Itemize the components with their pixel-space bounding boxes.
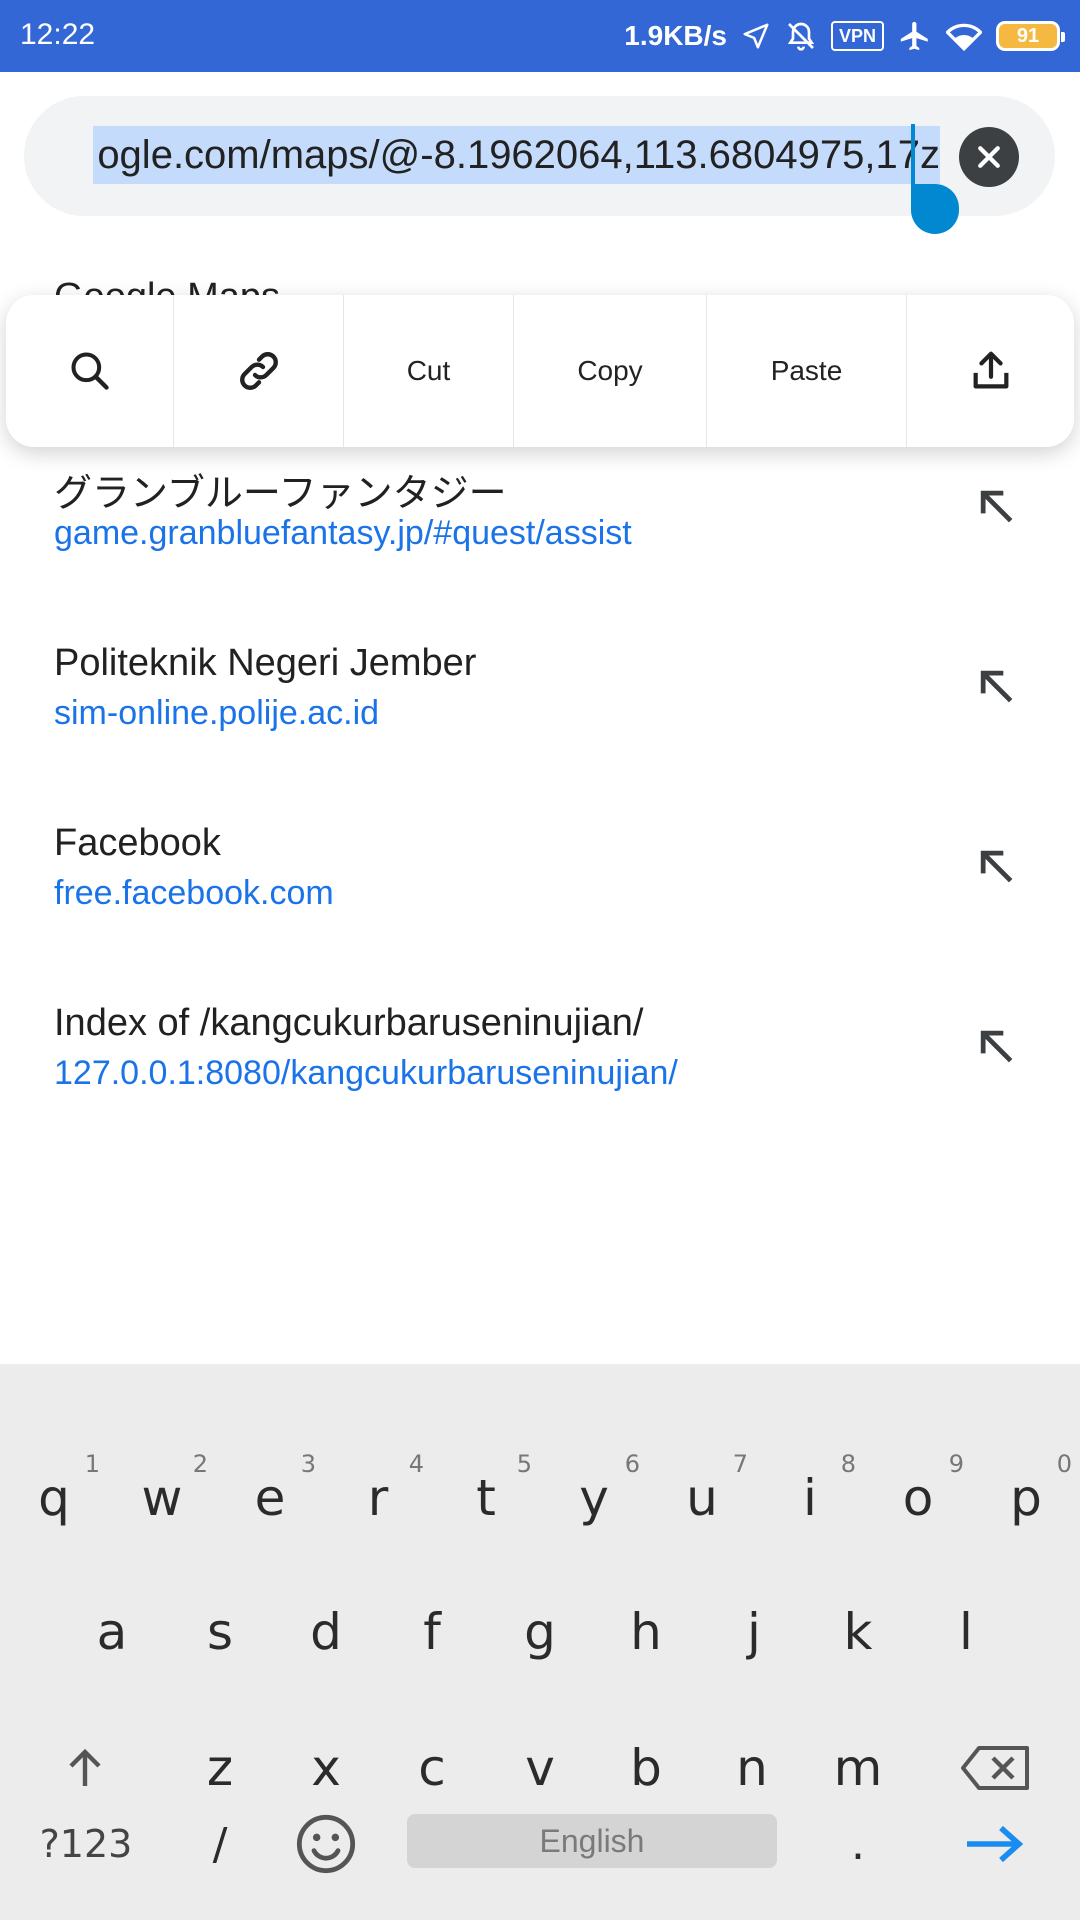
key-p[interactable]: p0: [972, 1438, 1080, 1558]
key-f[interactable]: f: [378, 1572, 486, 1692]
battery-icon: 91: [996, 21, 1065, 51]
key-label: p: [1010, 1469, 1042, 1527]
arrow-right-icon: [967, 1825, 1024, 1863]
suggestion-item[interactable]: Politeknik Negeri Jember sim-online.poli…: [0, 642, 1080, 812]
key-w[interactable]: w2: [108, 1438, 216, 1558]
key-h[interactable]: h: [592, 1572, 700, 1692]
suggestion-title: Index of /kangcukurbaruseninujian/: [54, 1002, 644, 1044]
link-icon: [239, 352, 278, 390]
key-label: q: [38, 1469, 70, 1527]
key-label: y: [579, 1469, 609, 1527]
key-r[interactable]: r4: [324, 1438, 432, 1558]
key-label: o: [902, 1469, 934, 1527]
key-label: u: [686, 1469, 718, 1527]
key-hint: 6: [624, 1450, 640, 1478]
key-hint: 9: [948, 1450, 964, 1478]
go-key[interactable]: [940, 1784, 1050, 1904]
arrow-up-left-icon: [980, 1030, 1013, 1063]
key-u[interactable]: u7: [648, 1438, 756, 1558]
key-hint: 5: [516, 1450, 532, 1478]
cut-button[interactable]: Cut: [344, 295, 514, 447]
key-hint: 3: [300, 1450, 316, 1478]
key-hint: 4: [408, 1450, 424, 1478]
suggestion-url: free.facebook.com: [54, 874, 334, 912]
slash-key[interactable]: /: [166, 1784, 274, 1904]
key-i[interactable]: i8: [756, 1438, 864, 1558]
fill-suggestion-button[interactable]: [966, 476, 1026, 536]
battery-level: 91: [1016, 24, 1040, 47]
spacebar[interactable]: English: [407, 1814, 777, 1868]
suggestion-title: Facebook: [54, 822, 221, 864]
url-text-selected[interactable]: ogle.com/maps/@-8.1962064,113.6804975,17…: [93, 126, 940, 184]
share-icon: [973, 351, 1008, 389]
period-key[interactable]: .: [804, 1784, 912, 1904]
url-bar[interactable]: ogle.com/maps/@-8.1962064,113.6804975,17…: [24, 96, 1055, 216]
keyboard-row-1: q1 w2 e3 r4 t5 y6 u7 i8 o9 p0: [0, 1438, 1080, 1558]
suggestion-item[interactable]: Index of /kangcukurbaruseninujian/ 127.0…: [0, 1002, 1080, 1172]
emoji-key[interactable]: [272, 1784, 380, 1904]
url-input[interactable]: ogle.com/maps/@-8.1962064,113.6804975,17…: [54, 126, 940, 184]
fill-suggestion-button[interactable]: [966, 1016, 1026, 1076]
suggestion-url: sim-online.polije.ac.id: [54, 694, 380, 732]
key-q[interactable]: q1: [0, 1438, 108, 1558]
suggestion-url: game.granbluefantasy.jp/#quest/assist: [54, 514, 632, 552]
key-label: t: [476, 1469, 496, 1527]
selection-handle[interactable]: [911, 184, 959, 234]
search-icon: [70, 352, 109, 390]
selection-cursor: [911, 124, 915, 188]
key-s[interactable]: s: [166, 1572, 274, 1692]
key-o[interactable]: o9: [864, 1438, 972, 1558]
paste-button[interactable]: Paste: [707, 295, 907, 447]
open-link-menu-button[interactable]: [174, 295, 344, 447]
text-selection-menu: Cut Copy Paste: [6, 295, 1074, 447]
key-l[interactable]: l: [912, 1572, 1020, 1692]
emoji-icon: [296, 1814, 356, 1874]
suggestion-title: グランブルーファンタジー: [54, 473, 507, 515]
close-icon: [978, 146, 1000, 168]
location-icon: [741, 21, 771, 51]
status-icons: 1.9KB/s VPN 91: [624, 14, 1065, 58]
key-d[interactable]: d: [272, 1572, 380, 1692]
key-label: i: [803, 1469, 817, 1527]
airplane-icon: [898, 19, 932, 53]
keyboard-row-2: a s d f g h j k l: [0, 1572, 1080, 1692]
key-label: w: [141, 1469, 183, 1527]
network-speed: 1.9KB/s: [624, 20, 727, 51]
copy-button[interactable]: Copy: [514, 295, 707, 447]
arrow-up-left-icon: [980, 670, 1013, 703]
suggestion-url: 127.0.0.1:8080/kangcukurbaruseninujian/: [54, 1054, 678, 1092]
key-j[interactable]: j: [700, 1572, 808, 1692]
fill-suggestion-button[interactable]: [966, 836, 1026, 896]
key-t[interactable]: t5: [432, 1438, 540, 1558]
key-label: e: [254, 1469, 286, 1527]
key-y[interactable]: y6: [540, 1438, 648, 1558]
key-hint: 1: [84, 1450, 100, 1478]
status-bar: 12:22 1.9KB/s VPN 91: [0, 0, 1080, 72]
vpn-badge: VPN: [830, 21, 884, 51]
key-label: r: [367, 1469, 389, 1527]
mute-bell-icon: [785, 20, 817, 52]
arrow-up-left-icon: [980, 490, 1013, 523]
key-e[interactable]: e3: [216, 1438, 324, 1558]
clear-url-button[interactable]: [959, 127, 1019, 187]
status-time: 12:22: [20, 18, 96, 51]
key-a[interactable]: a: [58, 1572, 166, 1692]
wifi-icon: [946, 20, 982, 52]
key-hint: 7: [732, 1450, 748, 1478]
suggestion-title: Politeknik Negeri Jember: [54, 642, 477, 684]
search-menu-button[interactable]: [6, 295, 174, 447]
arrow-up-left-icon: [980, 850, 1013, 883]
soft-keyboard: q1 w2 e3 r4 t5 y6 u7 i8 o9 p0 a s d f g …: [0, 1364, 1080, 1920]
key-k[interactable]: k: [804, 1572, 912, 1692]
symbols-key[interactable]: ?123: [24, 1784, 148, 1904]
suggestion-item[interactable]: グランブルーファンタジー game.granbluefantasy.jp/#qu…: [0, 462, 1080, 632]
key-g[interactable]: g: [486, 1572, 594, 1692]
key-hint: 2: [192, 1450, 208, 1478]
fill-suggestion-button[interactable]: [966, 656, 1026, 716]
key-hint: 8: [840, 1450, 856, 1478]
key-hint: 0: [1056, 1450, 1072, 1478]
share-menu-button[interactable]: [907, 295, 1074, 447]
suggestion-item[interactable]: Facebook free.facebook.com: [0, 822, 1080, 992]
